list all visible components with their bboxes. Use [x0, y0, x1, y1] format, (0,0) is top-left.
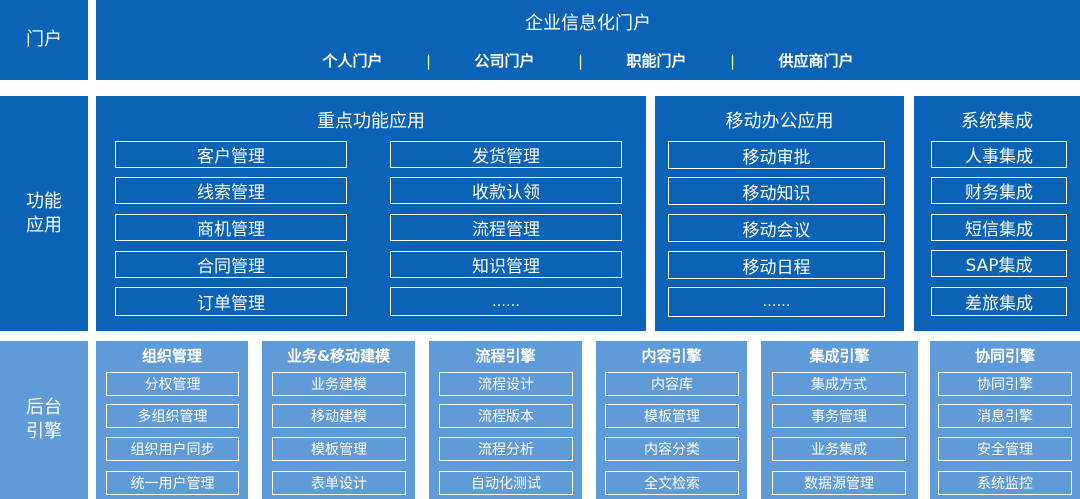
row-label-portal: 门户	[0, 0, 88, 80]
integration-item-finance[interactable]: 财务集成	[931, 177, 1067, 204]
row-label-function: 功能 应用	[0, 96, 88, 331]
app-item-process[interactable]: 流程管理	[390, 214, 622, 241]
row-label-engine-text: 后台 引擎	[26, 397, 62, 442]
app-item-opportunity[interactable]: 商机管理	[115, 214, 347, 241]
mobile-apps-panel: 移动办公应用 移动审批 移动知识 移动会议 移动日程 ……	[655, 96, 904, 331]
engine-item[interactable]: 分权管理	[106, 372, 239, 396]
engine-item[interactable]: 协同引擎	[938, 372, 1072, 396]
link-separator: |	[729, 51, 736, 70]
engine-title: 组织管理	[141, 347, 202, 365]
key-apps-panel: 重点功能应用 客户管理 线索管理 商机管理 合同管理 订单管理 发货管理 收款认…	[96, 96, 646, 331]
engine-item[interactable]: 消息引擎	[938, 404, 1072, 428]
engine-item[interactable]: 业务建模	[272, 372, 406, 396]
mobile-item-meeting[interactable]: 移动会议	[668, 214, 885, 242]
engine-panel-collaboration: 协同引擎 协同引擎 消息引擎 安全管理 系统监控	[930, 341, 1080, 499]
engine-item[interactable]: 模板管理	[605, 404, 739, 428]
engine-item[interactable]: 数据源管理	[772, 471, 906, 495]
engine-item[interactable]: 移动建模	[272, 404, 406, 428]
engine-panel-content: 内容引擎 内容库 模板管理 内容分类 全文检索	[596, 341, 747, 499]
engine-item[interactable]: 多组织管理	[106, 404, 239, 428]
engine-item[interactable]: 组织用户同步	[106, 437, 239, 461]
link-separator: |	[425, 51, 432, 70]
engine-panel-workflow: 流程引擎 流程设计 流程版本 流程分析 自动化测试	[429, 341, 582, 499]
integration-item-travel[interactable]: 差旅集成	[931, 287, 1067, 316]
engine-title: 业务&移动建模	[286, 347, 391, 365]
link-function-portal[interactable]: 职能门户	[625, 50, 689, 71]
engine-panel-organization: 组织管理 分权管理 多组织管理 组织用户同步 统一用户管理	[96, 341, 248, 499]
engine-title: 流程引擎	[475, 347, 536, 365]
app-item-leads[interactable]: 线索管理	[115, 177, 347, 204]
engine-title: 内容引擎	[641, 347, 702, 365]
link-company-portal[interactable]: 公司门户	[472, 50, 536, 71]
app-item-customer[interactable]: 客户管理	[115, 141, 347, 168]
link-supplier-portal[interactable]: 供应商门户	[777, 50, 856, 71]
engine-item[interactable]: 全文检索	[605, 471, 739, 495]
portal-title: 企业信息化门户	[525, 13, 651, 34]
row-label-portal-text: 门户	[26, 29, 62, 50]
integration-item-hr[interactable]: 人事集成	[931, 141, 1067, 168]
engine-item[interactable]: 自动化测试	[439, 471, 573, 495]
link-separator: |	[577, 51, 584, 70]
engine-panel-modeling: 业务&移动建模 业务建模 移动建模 模板管理 表单设计	[262, 341, 415, 499]
app-item-contract[interactable]: 合同管理	[115, 251, 347, 278]
app-item-delivery[interactable]: 发货管理	[390, 141, 622, 168]
engine-title: 集成引擎	[809, 347, 870, 365]
mobile-item-schedule[interactable]: 移动日程	[668, 251, 885, 279]
engine-item[interactable]: 业务集成	[772, 437, 906, 461]
integration-title: 系统集成	[961, 111, 1033, 132]
mobile-item-knowledge[interactable]: 移动知识	[668, 177, 885, 205]
engine-title: 协同引擎	[974, 347, 1035, 365]
engine-item[interactable]: 流程设计	[439, 372, 573, 396]
mobile-item-approval[interactable]: 移动审批	[668, 141, 885, 169]
engine-item[interactable]: 安全管理	[938, 437, 1072, 461]
integration-panel: 系统集成 人事集成 财务集成 短信集成 SAP集成 差旅集成	[914, 96, 1080, 331]
integration-item-sap[interactable]: SAP集成	[931, 250, 1067, 277]
app-item-knowledge[interactable]: 知识管理	[390, 251, 622, 278]
engine-item[interactable]: 内容分类	[605, 437, 739, 461]
mobile-apps-title: 移动办公应用	[725, 111, 834, 132]
engine-item[interactable]: 统一用户管理	[106, 471, 239, 495]
row-label-function-text: 功能 应用	[26, 190, 62, 236]
engine-item[interactable]: 流程版本	[439, 404, 573, 428]
portal-links: 个人门户 | 公司门户 | 职能门户 | 供应商门户	[96, 50, 1080, 71]
engine-item[interactable]: 系统监控	[938, 471, 1072, 495]
engine-item[interactable]: 模板管理	[272, 437, 406, 461]
mobile-item-more[interactable]: ……	[668, 287, 885, 317]
engine-item[interactable]: 流程分析	[439, 437, 573, 461]
engine-item[interactable]: 事务管理	[772, 404, 906, 428]
app-item-order[interactable]: 订单管理	[115, 287, 347, 316]
integration-item-sms[interactable]: 短信集成	[931, 214, 1067, 241]
engine-item[interactable]: 内容库	[605, 372, 739, 396]
app-item-more[interactable]: ……	[390, 287, 622, 316]
engine-item[interactable]: 集成方式	[772, 372, 906, 396]
portal-header: 企业信息化门户 个人门户 | 公司门户 | 职能门户 | 供应商门户	[96, 0, 1080, 80]
app-item-payment-claim[interactable]: 收款认领	[390, 177, 622, 204]
row-label-engine: 后台 引擎	[0, 341, 88, 499]
key-apps-title: 重点功能应用	[317, 111, 425, 132]
link-personal-portal[interactable]: 个人门户	[320, 50, 384, 71]
engine-panel-integration: 集成引擎 集成方式 事务管理 业务集成 数据源管理	[761, 341, 918, 499]
engine-item[interactable]: 表单设计	[272, 471, 406, 495]
